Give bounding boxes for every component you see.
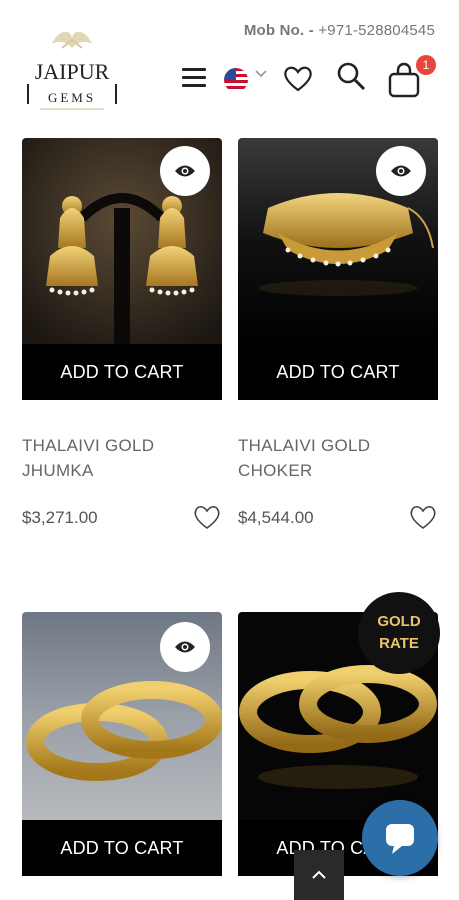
chevron-up-icon	[312, 870, 326, 879]
chat-bubble-icon	[386, 824, 414, 854]
site-header: Mob No. - +971-528804545 JAIPUR GEMS 1	[0, 0, 459, 130]
scroll-to-top-button[interactable]	[294, 850, 344, 900]
chat-button[interactable]	[362, 800, 438, 876]
us-flag-icon[interactable]	[224, 68, 248, 92]
product-image[interactable]	[22, 612, 222, 820]
eye-icon	[175, 641, 195, 653]
logo-subtext: GEMS	[48, 90, 96, 105]
gold-rate-line1: GOLD	[377, 613, 421, 630]
phone-number[interactable]: +971-528804545	[318, 22, 435, 39]
add-to-cart-button[interactable]: ADD TO CART	[22, 344, 222, 400]
product-card[interactable]: ADD TO CART THALAIVI GOLD CHOKER $4,544.…	[238, 138, 438, 548]
product-card[interactable]: ADD TO CART	[22, 612, 222, 900]
product-name[interactable]: THALAIVI GOLD CHOKER	[238, 433, 438, 483]
cart-count-badge: 1	[416, 55, 436, 75]
product-price: $4,544.00	[238, 508, 314, 527]
product-image[interactable]	[238, 138, 438, 344]
quick-view-button[interactable]	[160, 146, 210, 196]
phone-contact[interactable]: Mob No. - +971-528804545	[244, 22, 435, 39]
phone-label: Mob No. -	[243, 22, 314, 39]
gold-rate-line2: RATE	[379, 635, 419, 652]
heart-icon[interactable]	[282, 62, 314, 94]
menu-icon[interactable]	[182, 68, 206, 90]
product-name[interactable]: THALAIVI GOLD JHUMKA	[22, 433, 222, 483]
chevron-down-icon[interactable]	[254, 66, 268, 85]
product-card[interactable]: ADD TO CART THALAIVI GOLD JHUMKA $3,271.…	[22, 138, 222, 548]
wishlist-heart-icon[interactable]	[408, 502, 438, 532]
header-actions: 1	[180, 55, 440, 100]
search-icon[interactable]	[335, 60, 367, 92]
add-to-cart-button[interactable]: ADD TO CART	[238, 344, 438, 400]
eye-icon	[175, 165, 195, 177]
quick-view-button[interactable]	[376, 146, 426, 196]
product-image[interactable]	[22, 138, 222, 344]
add-to-cart-button[interactable]: ADD TO CART	[22, 820, 222, 876]
quick-view-button[interactable]	[160, 622, 210, 672]
site-logo[interactable]: JAIPUR GEMS	[22, 24, 122, 116]
product-price: $3,271.00	[22, 508, 98, 527]
gold-rate-button[interactable]: GOLD RATE	[358, 592, 440, 674]
logo-text: JAIPUR	[35, 59, 110, 84]
wishlist-heart-icon[interactable]	[192, 502, 222, 532]
eye-icon	[391, 165, 411, 177]
